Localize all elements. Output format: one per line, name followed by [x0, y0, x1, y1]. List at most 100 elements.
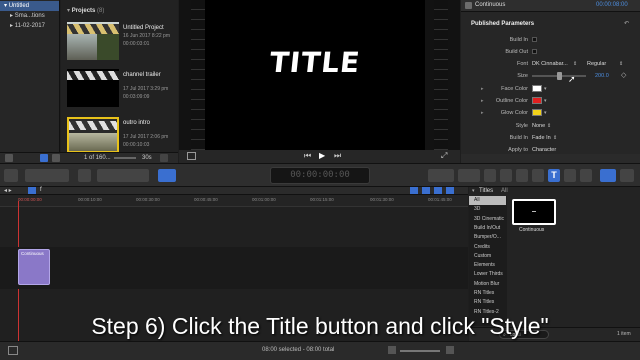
disclosure-triangle-icon[interactable]: ▸: [481, 108, 484, 118]
title-text[interactable]: TITLE: [203, 46, 426, 79]
project-icon: [28, 187, 36, 194]
category-item[interactable]: Credits: [469, 243, 506, 252]
library-item-event[interactable]: ▸ 11-02-2017: [0, 21, 59, 31]
music-icon[interactable]: [500, 169, 512, 182]
disclosure-triangle-icon[interactable]: ▸: [481, 96, 484, 106]
titles-button-icon[interactable]: T: [548, 169, 560, 182]
generators-icon[interactable]: [564, 169, 576, 182]
film-edge: [434, 0, 448, 150]
themes-icon[interactable]: [580, 169, 592, 182]
transform-icon[interactable]: [187, 152, 196, 160]
dropdown-arrow-icon[interactable]: ⇕: [573, 59, 577, 69]
title-thumbnail[interactable]: [512, 199, 556, 225]
retime-icon[interactable]: [458, 169, 480, 182]
font-style-dropdown[interactable]: Regular: [587, 59, 606, 69]
size-slider-knob[interactable]: [557, 72, 562, 80]
clip-thumbnail[interactable]: [67, 22, 119, 60]
viewer-canvas[interactable]: TITLE: [205, 0, 425, 150]
disclosure-triangle-icon[interactable]: ▸: [481, 84, 484, 94]
category-item[interactable]: RN Titles: [469, 289, 506, 298]
size-value[interactable]: 200.0: [595, 71, 609, 81]
clip-date: 17 Jul 2017 2:06 pm: [123, 134, 169, 140]
gear-icon[interactable]: [5, 154, 13, 162]
category-item[interactable]: 3D Cinematic: [469, 215, 506, 224]
audio-meter-icon[interactable]: [620, 169, 634, 182]
category-item[interactable]: Lower Thirds: [469, 270, 506, 279]
title-inspector-icon[interactable]: [465, 2, 472, 9]
category-item-all[interactable]: All: [469, 196, 506, 206]
keyframe-icon[interactable]: ◇: [621, 71, 626, 81]
key-icon[interactable]: [78, 169, 91, 182]
section-title: Published Parameters: [471, 21, 535, 27]
tutorial-caption: Step 6) Click the Title button and click…: [91, 313, 549, 339]
category-item[interactable]: Build In/Out: [469, 224, 506, 233]
chevron-down-icon[interactable]: ▾: [544, 84, 547, 94]
dropdown-arrow-icon[interactable]: ⇕: [619, 59, 623, 69]
library-item-untitled[interactable]: ▾ Untitled: [0, 1, 59, 11]
library-item-event[interactable]: ▸ Sma...tions: [0, 11, 59, 21]
chevron-down-icon[interactable]: ▾: [544, 108, 547, 118]
category-item[interactable]: RN Titles: [469, 298, 506, 307]
camera-icon[interactable]: [484, 169, 496, 182]
build-out-checkbox[interactable]: [532, 49, 537, 54]
outline-color-swatch[interactable]: [532, 97, 542, 104]
next-frame-icon[interactable]: ⏭: [334, 151, 341, 161]
published-parameters-header[interactable]: Published Parameters ↶: [461, 20, 640, 30]
clip-appearance-icon[interactable]: [160, 154, 168, 162]
category-item[interactable]: 3D: [469, 205, 506, 214]
project-clip[interactable]: outro intro 17 Jul 2017 2:06 pm 00:00:10…: [67, 117, 176, 157]
zoom-slider[interactable]: [400, 350, 440, 352]
style-dropdown[interactable]: None: [532, 121, 545, 131]
font-family-dropdown[interactable]: DK Cinnabar...: [532, 59, 568, 69]
dropdown-arrow-icon[interactable]: ⇕: [547, 121, 551, 131]
project-clip[interactable]: Untitled Project 16 Jun 2017 8:22 pm 00:…: [67, 22, 176, 62]
edit-buttons[interactable]: [97, 169, 149, 182]
timeline-ruler[interactable]: 00:00:00:00 00:00:10:00 00:00:30:00 00:0…: [0, 195, 468, 207]
previous-frame-icon[interactable]: ⏮: [304, 151, 311, 161]
import-icon[interactable]: [4, 169, 18, 182]
title-clip[interactable]: Continuous: [18, 249, 50, 285]
category-item[interactable]: Bumper/O...: [469, 233, 506, 242]
grid-view-icon[interactable]: [52, 154, 60, 162]
face-color-swatch[interactable]: [532, 85, 542, 92]
zoom-out-icon[interactable]: [388, 346, 396, 354]
effects-icon[interactable]: [532, 169, 544, 182]
back-icon[interactable]: ◂ ▸: [4, 187, 12, 194]
zoom-slider[interactable]: [114, 157, 136, 159]
zoom-in-icon[interactable]: [446, 346, 454, 354]
dropdown-arrow-icon[interactable]: ⇕: [553, 133, 557, 143]
timeline-index-icon[interactable]: [8, 346, 18, 355]
fullscreen-icon[interactable]: ⤢: [441, 151, 447, 161]
photo-icon[interactable]: [516, 169, 528, 182]
clip-thumbnail[interactable]: [67, 69, 119, 107]
chevron-down-icon[interactable]: ▾: [544, 96, 547, 106]
transitions-icon[interactable]: [600, 169, 616, 182]
clip-thumbnail[interactable]: [67, 117, 119, 153]
play-icon[interactable]: ▶: [319, 151, 325, 160]
param-font: Font DK Cinnabar... ⇕ Regular ⇕: [461, 59, 640, 69]
library-item-label: 11-02-2017: [14, 23, 45, 29]
category-item[interactable]: Custom: [469, 252, 506, 261]
timeline-controls[interactable]: [410, 187, 454, 194]
edit-mode-buttons[interactable]: [25, 169, 69, 182]
list-view-icon[interactable]: [40, 154, 48, 162]
timecode-value: 00:00:00:00: [290, 170, 350, 180]
timecode-display[interactable]: 00:00:00:00: [270, 167, 370, 184]
timeline-index-bar: ◂ ▸ f: [0, 187, 468, 195]
build-in-dropdown[interactable]: Fade In: [532, 133, 551, 143]
category-item[interactable]: Motion Blur: [469, 280, 506, 289]
param-build-in: Build In: [461, 35, 640, 45]
project-clip[interactable]: channel trailer 17 Jul 2017 3:29 pm 00:0…: [67, 69, 176, 109]
projects-header[interactable]: ▾ Projects (8): [67, 7, 167, 15]
glow-color-swatch[interactable]: [532, 109, 542, 116]
select-tool-button[interactable]: [158, 169, 176, 182]
titles-header[interactable]: ▾ Titles All: [469, 187, 640, 196]
disclosure-triangle-icon[interactable]: ▾: [472, 188, 475, 194]
apply-to-dropdown[interactable]: Character: [532, 145, 556, 153]
enhance-icon[interactable]: [428, 169, 454, 182]
param-label: Outline Color: [495, 98, 528, 104]
reset-icon[interactable]: ↶: [624, 20, 629, 27]
build-in-checkbox[interactable]: [532, 37, 537, 42]
category-item[interactable]: Elements: [469, 261, 506, 270]
library-item-label: Untitled: [8, 3, 30, 9]
